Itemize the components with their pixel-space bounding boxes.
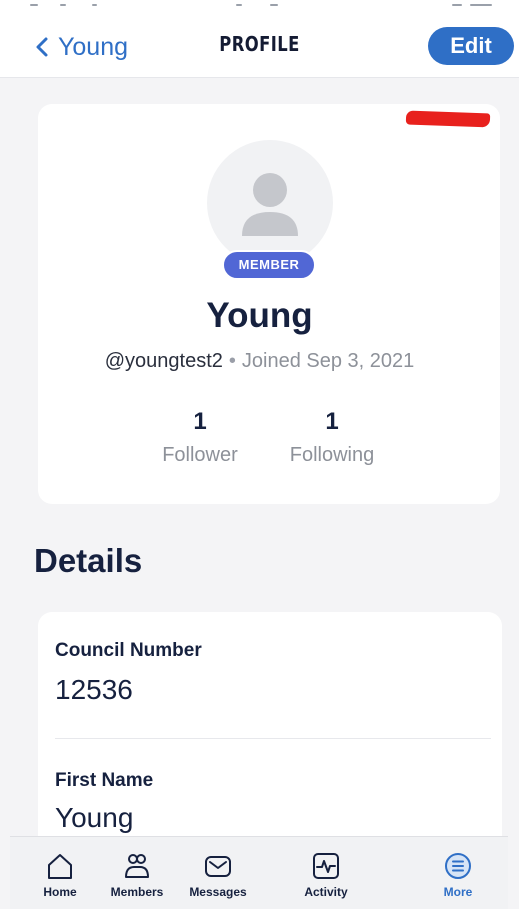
- profile-name: Young: [206, 296, 313, 335]
- tab-more-label: More: [443, 885, 473, 899]
- edit-button[interactable]: Edit: [428, 27, 514, 65]
- first-name-label: First Name: [55, 770, 154, 791]
- followers-label: Follower: [162, 444, 238, 466]
- username-handle: @youngtest2: [104, 350, 223, 372]
- meta-separator: •: [228, 350, 236, 372]
- avatar: [207, 140, 333, 266]
- tab-more[interactable]: More: [408, 837, 508, 909]
- details-card: Council Number 12536 First Name Young: [38, 612, 502, 852]
- joined-date: Joined Sep 3, 2021: [241, 350, 415, 372]
- user-silhouette-icon: [242, 173, 298, 236]
- first-name-value: Young: [55, 802, 134, 833]
- following-stat[interactable]: 1 Following: [262, 408, 402, 467]
- messages-icon: [205, 856, 231, 877]
- followers-stat[interactable]: 1 Follower: [130, 408, 270, 467]
- page-title: PROFILE: [219, 32, 300, 56]
- council-number-label: Council Number: [55, 640, 202, 661]
- tab-messages-label: Messages: [189, 885, 247, 899]
- status-bar: [0, 0, 519, 18]
- status-bar-indicators: [0, 4, 519, 12]
- council-number-value: 12536: [55, 674, 133, 705]
- followers-count: 1: [193, 408, 207, 435]
- members-icon: [125, 854, 149, 878]
- tab-messages[interactable]: Messages: [168, 837, 268, 909]
- details-heading: Details: [34, 542, 143, 579]
- following-label: Following: [289, 444, 375, 466]
- more-icon: [445, 853, 471, 879]
- home-icon: [48, 854, 72, 879]
- member-badge: MEMBER: [222, 250, 316, 280]
- field-divider: [55, 738, 491, 739]
- following-count: 1: [325, 408, 339, 435]
- tab-bar: Home Members Messages Activity More: [10, 836, 508, 909]
- redaction-mark: [405, 110, 491, 128]
- profile-meta: @youngtest2 • Joined Sep 3, 2021: [0, 350, 519, 373]
- activity-icon: [313, 853, 339, 879]
- navigation-bar: Young PROFILE Edit: [0, 18, 519, 78]
- tab-activity[interactable]: Activity: [276, 837, 376, 909]
- tab-activity-label: Activity: [304, 885, 348, 899]
